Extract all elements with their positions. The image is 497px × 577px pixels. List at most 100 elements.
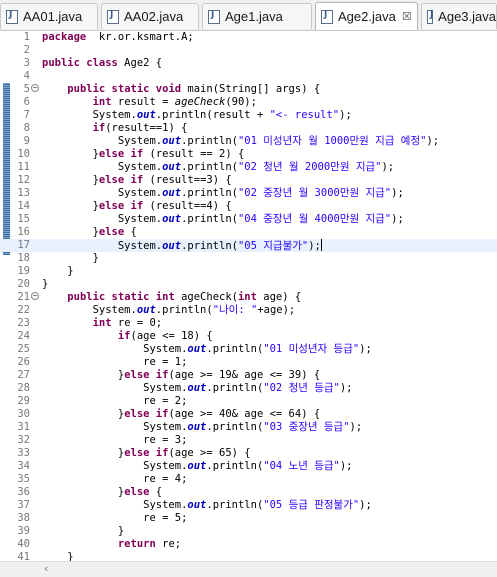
code-token: out <box>187 382 207 394</box>
code-text: } <box>42 265 73 278</box>
fold-toggle-icon[interactable]: − <box>31 84 39 92</box>
line-number: 2 <box>23 44 30 56</box>
code-line[interactable]: 7 System.out.println(result + "<- result… <box>0 109 497 122</box>
code-token: out <box>136 109 156 121</box>
code-token: (result==4) { <box>143 200 232 212</box>
code-line[interactable]: 35 re = 4; <box>0 473 497 486</box>
code-line[interactable]: 2 <box>0 44 497 57</box>
code-line[interactable]: 36 }else { <box>0 486 497 499</box>
code-line[interactable]: 28 System.out.println("02 청년 등급"); <box>0 382 497 395</box>
line-number: 10 <box>17 148 30 160</box>
code-text: public static int ageCheck(int age) { <box>42 291 301 304</box>
code-line[interactable]: 10 }else if (result == 2) { <box>0 148 497 161</box>
code-token: } <box>42 369 125 381</box>
line-number: 13 <box>17 187 30 199</box>
code-token: "02 중장년 월 3000만원 지급" <box>237 187 392 199</box>
tab-age2-java[interactable]: J Age2.java ☒ <box>315 2 418 30</box>
tab-age3-java[interactable]: J Age3.java <box>421 3 497 29</box>
code-line[interactable]: 11 System.out.println("02 청년 월 2000만원 지급… <box>0 161 497 174</box>
line-number: 5 <box>23 83 30 95</box>
java-file-icon: J <box>107 9 119 24</box>
code-line[interactable]: 34 System.out.println("04 노년 등급"); <box>0 460 497 473</box>
scroll-left-icon[interactable]: ‹ <box>44 562 48 576</box>
code-line[interactable]: 33 }else if(age >= 65) { <box>0 447 497 460</box>
line-number: 7 <box>23 109 30 121</box>
code-text: System.out.println("03 중장년 등급"); <box>42 421 362 434</box>
code-editor[interactable]: 1 package kr.or.ksmart.A; 2 3 public class A… <box>0 31 497 563</box>
code-text: return re; <box>42 538 181 551</box>
code-token: .println( <box>206 421 264 433</box>
code-line[interactable]: 3 public class Age2 { <box>0 57 497 70</box>
code-line[interactable]: 21− public static int ageCheck(int age) … <box>0 291 497 304</box>
code-token: "01 미성년자 월 1000만원 지급 예정" <box>237 135 427 147</box>
code-text: re = 1; <box>42 356 187 369</box>
code-text: public static void main(String[] args) { <box>42 83 320 96</box>
code-token: out <box>187 343 207 355</box>
code-line[interactable]: 9 System.out.println("01 미성년자 월 1000만원 지… <box>0 135 497 148</box>
code-token: System. <box>42 240 163 252</box>
fold-toggle-icon[interactable]: − <box>31 292 39 300</box>
tab-aa01-java[interactable]: J AA01.java <box>0 3 98 29</box>
code-token: } <box>42 486 125 498</box>
code-line[interactable]: 20} <box>0 278 497 291</box>
tab-aa02-java[interactable]: J AA02.java <box>101 3 199 29</box>
code-line[interactable]: 37 System.out.println("05 등급 판정불가"); <box>0 499 497 512</box>
code-line[interactable]: 6 int result = ageCheck(90); <box>0 96 497 109</box>
line-number: 20 <box>17 278 30 290</box>
code-token: .println( <box>206 343 264 355</box>
code-line[interactable]: 40 return re; <box>0 538 497 551</box>
tab-label: Age2.java <box>338 9 396 24</box>
tab-age1-java[interactable]: J Age1.java <box>202 3 312 29</box>
code-line[interactable]: 25 System.out.println("01 미성년자 등급"); <box>0 343 497 356</box>
code-line[interactable]: 31 System.out.println("03 중장년 등급"); <box>0 421 497 434</box>
code-token: System. <box>42 382 188 394</box>
code-line[interactable]: 32 re = 3; <box>0 434 497 447</box>
code-line[interactable]: 26 re = 1; <box>0 356 497 369</box>
code-token: System. <box>42 304 137 316</box>
tab-label: Age1.java <box>225 9 283 24</box>
code-text: re = 3; <box>42 434 187 447</box>
code-line[interactable]: 15 System.out.println("04 중장년 월 4000만원 지… <box>0 213 497 226</box>
code-line[interactable]: 22 System.out.println("나이: "+age); <box>0 304 497 317</box>
code-text: }else if(age >= 40& age <= 64) { <box>42 408 320 421</box>
code-token: kr.or.ksmart.A; <box>86 31 194 43</box>
code-line[interactable]: 18 } <box>0 252 497 265</box>
code-line[interactable]: 12 }else if (result==3) { <box>0 174 497 187</box>
code-line[interactable]: 29 re = 2; <box>0 395 497 408</box>
code-line[interactable]: 5− public static void main(String[] args… <box>0 83 497 96</box>
code-token: System. <box>42 135 163 147</box>
code-line[interactable]: 14 }else if (result==4) { <box>0 200 497 213</box>
code-line[interactable]: 39 } <box>0 525 497 538</box>
line-number: 16 <box>17 226 30 238</box>
code-line[interactable]: 4 <box>0 70 497 83</box>
code-text: System.out.println("02 중장년 월 3000만원 지급")… <box>42 187 404 200</box>
code-line[interactable]: 30 }else if(age >= 40& age <= 64) { <box>0 408 497 421</box>
code-token: .println( <box>181 240 238 252</box>
code-text: System.out.println("04 노년 등급"); <box>42 460 352 473</box>
code-token: { <box>149 486 163 498</box>
code-token: System. <box>42 343 188 355</box>
code-line[interactable]: 8 if(result==1) { <box>0 122 497 135</box>
line-number: 38 <box>17 512 30 524</box>
close-tab-icon[interactable]: ☒ <box>402 10 412 23</box>
code-line[interactable]: 27 }else if(age >= 19& age <= 39) { <box>0 369 497 382</box>
horizontal-scrollbar[interactable]: ‹ <box>0 561 497 577</box>
java-file-icon: J <box>6 9 18 24</box>
code-token: ); <box>308 240 321 252</box>
java-file-icon: J <box>321 9 333 24</box>
code-line[interactable]: 13 System.out.println("02 중장년 월 3000만원 지… <box>0 187 497 200</box>
code-text: }else if(age >= 19& age <= 39) { <box>42 369 320 382</box>
line-number: 3 <box>23 57 30 69</box>
code-token: ); <box>359 499 372 511</box>
line-number: 35 <box>17 473 30 485</box>
code-line[interactable]: 19 } <box>0 265 497 278</box>
code-line[interactable]: 24 if(age <= 18) { <box>0 330 497 343</box>
code-line[interactable]: 38 re = 5; <box>0 512 497 525</box>
line-number: 24 <box>17 330 30 342</box>
code-line[interactable]: 16 }else { <box>0 226 497 239</box>
code-line[interactable]: 17 System.out.println("05 지급불가"); <box>0 239 497 252</box>
code-line[interactable]: 23 int re = 0; <box>0 317 497 330</box>
code-token: } <box>42 148 99 160</box>
code-line[interactable]: 1 package kr.or.ksmart.A; <box>0 31 497 44</box>
tab-label: Age3.java <box>438 9 496 24</box>
